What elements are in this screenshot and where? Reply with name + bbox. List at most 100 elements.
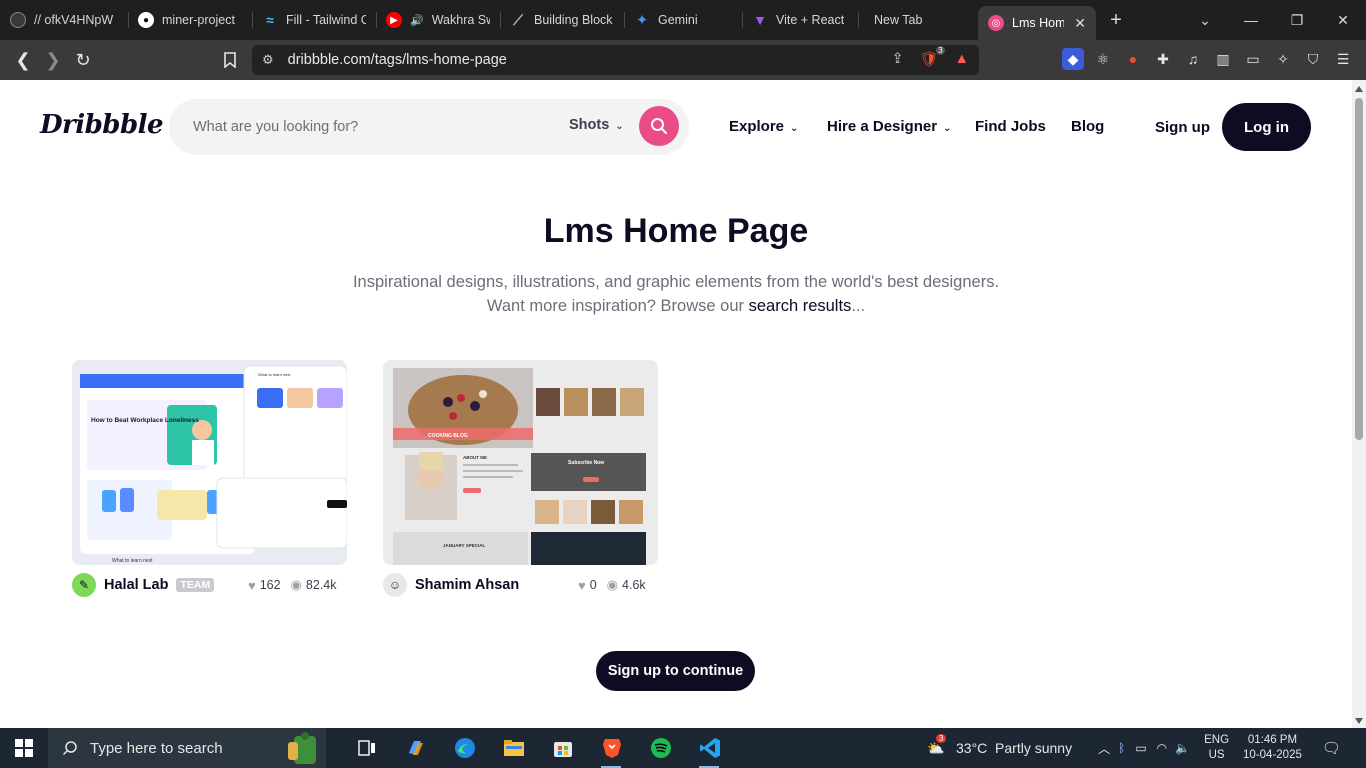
shot-1-right-title: What to learn next — [258, 372, 291, 377]
close-tab-icon[interactable]: ✕ — [1074, 15, 1086, 32]
scroll-down-arrow[interactable] — [1355, 718, 1363, 724]
audio-playing-icon[interactable]: 🔊 — [410, 14, 424, 27]
subtitle-suffix: ... — [851, 297, 866, 315]
dribbble-logo[interactable]: Dribbble — [40, 110, 164, 140]
weather-badge: 3 — [936, 733, 947, 743]
shields-badge: 3 — [936, 46, 945, 55]
page-title: Lms Home Page — [543, 212, 809, 250]
nav-find-jobs[interactable]: Find Jobs — [975, 118, 1046, 135]
weather-text[interactable]: 33°C Partly sunny — [956, 740, 1072, 756]
extensions-area: ◆ ⚛ ● ✚ ♫ ▥ ▭ ✧ ⛉ ☰ — [1062, 48, 1354, 70]
brave-rewards-icon[interactable]: ▲ — [955, 51, 969, 67]
avatar[interactable]: ☺ — [383, 573, 407, 597]
tab-1[interactable]: // ofkV4HNpW — [0, 0, 128, 40]
tailwind-icon: ≈ — [266, 12, 274, 28]
tab-2[interactable]: ● miner-project — [128, 0, 252, 40]
page-scrollbar[interactable] — [1352, 80, 1366, 728]
minimize-button[interactable]: — — [1228, 12, 1274, 28]
bluetooth-icon[interactable]: ᛒ — [1118, 741, 1125, 755]
weather-icon[interactable]: ⛅ 3 — [922, 733, 950, 757]
reload-button[interactable]: ↻ — [68, 45, 98, 75]
tab-3[interactable]: ≈ Fill - Tailwind C — [252, 0, 376, 40]
sign-up-link[interactable]: Sign up — [1155, 119, 1210, 136]
search-scope-dropdown[interactable]: Shots ⌄ — [569, 117, 624, 133]
tab-5[interactable]: ⟋ Building Block — [500, 0, 624, 40]
spotify-icon[interactable] — [636, 728, 685, 768]
clock[interactable]: 01:46 PM 10-04-2025 — [1243, 733, 1302, 763]
author-name[interactable]: Shamim Ahsan — [415, 577, 519, 593]
tab-label: Lms Hom — [1012, 16, 1064, 30]
share-icon[interactable]: ⇪ — [891, 51, 903, 67]
nav-blog[interactable]: Blog — [1071, 118, 1104, 135]
bookmark-icon[interactable] — [215, 45, 245, 75]
shot-thumbnail-2[interactable]: COOKING BLOG ABOUT ME Subscribe Now JANU… — [383, 360, 658, 565]
search-highlight-icon — [288, 732, 316, 764]
shot-2-author[interactable]: ☺ Shamim Ahsan — [383, 573, 519, 597]
site-info-icon[interactable]: ⚙ — [262, 52, 274, 68]
nav-hire-label: Hire a Designer — [827, 118, 938, 135]
extension-icon[interactable]: ◆ — [1062, 48, 1084, 70]
edge-icon[interactable] — [440, 728, 489, 768]
language-indicator[interactable]: ENG US — [1204, 733, 1229, 763]
avatar[interactable]: ✎ — [72, 573, 96, 597]
taskbar-apps — [342, 728, 734, 768]
copilot-icon[interactable] — [391, 728, 440, 768]
search-icon — [651, 118, 667, 134]
new-tab-button[interactable]: + — [1096, 9, 1136, 32]
extension-red-icon[interactable]: ● — [1122, 48, 1144, 70]
music-icon[interactable]: ♫ — [1182, 48, 1204, 70]
task-view-icon[interactable] — [342, 728, 391, 768]
search-results-link[interactable]: search results — [749, 297, 852, 315]
nav-explore[interactable]: Explore ⌄ — [729, 118, 798, 135]
react-devtools-icon[interactable]: ⚛ — [1092, 48, 1114, 70]
shot-2-artwork: COOKING BLOG ABOUT ME Subscribe Now JANU… — [383, 360, 658, 565]
leo-ai-icon[interactable]: ✧ — [1272, 48, 1294, 70]
close-window-button[interactable]: ✕ — [1320, 12, 1366, 29]
shot-thumbnail-1[interactable]: How to Beat Workplace Loneliness What to… — [72, 360, 347, 565]
microsoft-store-icon[interactable] — [538, 728, 587, 768]
restore-button[interactable]: ❐ — [1274, 12, 1320, 29]
start-button[interactable] — [0, 728, 48, 768]
back-button[interactable]: ❮ — [8, 45, 38, 75]
sign-up-to-continue-button[interactable]: Sign up to continue — [596, 651, 755, 691]
chevron-up-icon[interactable]: ︿ — [1098, 740, 1110, 757]
heart-icon[interactable]: ♥ — [248, 578, 256, 593]
youtube-icon: ▶ — [386, 12, 402, 28]
heart-icon[interactable]: ♥ — [578, 578, 586, 593]
browser-tab-strip: // ofkV4HNpW ● miner-project ≈ Fill - Ta… — [0, 0, 1366, 40]
tab-7[interactable]: ▼ Vite + React — [742, 0, 858, 40]
battery-icon[interactable]: ▭ — [1135, 741, 1146, 755]
scrollbar-thumb[interactable] — [1355, 98, 1363, 440]
menu-icon[interactable]: ☰ — [1332, 48, 1354, 70]
vpn-icon[interactable]: ⛉ — [1302, 48, 1324, 70]
notifications-icon[interactable]: 🗨 — [1322, 739, 1341, 757]
search-input[interactable] — [193, 115, 553, 139]
tab-6[interactable]: ✦ Gemini — [624, 0, 742, 40]
taskbar-search[interactable]: Type here to search — [48, 728, 326, 768]
url-text[interactable]: dribbble.com/tags/lms-home-page — [288, 52, 507, 68]
brave-browser-icon[interactable] — [587, 728, 636, 768]
log-in-button[interactable]: Log in — [1222, 103, 1311, 151]
sidebar-icon[interactable]: ▥ — [1212, 48, 1234, 70]
scroll-up-arrow[interactable] — [1355, 86, 1363, 92]
brave-shields-icon[interactable]: 🛡 3 — [920, 46, 945, 68]
search-button[interactable] — [639, 106, 679, 146]
vscode-icon[interactable] — [685, 728, 734, 768]
volume-icon[interactable]: 🔈 — [1175, 741, 1190, 755]
shot-1-author[interactable]: ✎ Halal Lab TEAM — [72, 573, 215, 597]
tab-search-icon[interactable]: ⌄ — [1182, 12, 1228, 29]
puzzle-icon[interactable]: ✚ — [1152, 48, 1174, 70]
wallet-icon[interactable]: ▭ — [1242, 48, 1264, 70]
file-explorer-icon[interactable] — [489, 728, 538, 768]
wifi-icon[interactable]: ◠ — [1157, 741, 1167, 755]
tab-4[interactable]: ▶ 🔊 Wakhra Sw — [376, 0, 500, 40]
vite-icon: ▼ — [753, 12, 767, 28]
shot-1-bottom-text: What to learn next — [112, 558, 153, 564]
tab-active[interactable]: ◎ Lms Hom ✕ — [978, 6, 1096, 40]
address-bar[interactable]: ⚙ dribbble.com/tags/lms-home-page ⇪ 🛡 3 ▲ — [252, 45, 979, 75]
page-subtitle: Inspirational designs, illustrations, an… — [352, 273, 1000, 291]
nav-hire-designer[interactable]: Hire a Designer ⌄ — [827, 118, 951, 135]
author-name[interactable]: Halal Lab — [104, 577, 168, 593]
tab-8[interactable]: New Tab — [858, 0, 978, 40]
forward-button[interactable]: ❯ — [38, 45, 68, 75]
